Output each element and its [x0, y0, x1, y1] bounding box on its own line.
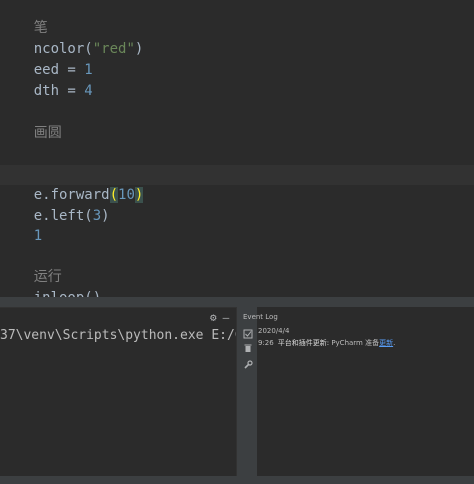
code-line-9-current: e.forward(10): [0, 165, 474, 203]
event-entry: 9:26 平台和插件更新: PyCharm 准备更新.: [258, 338, 395, 348]
number-literal: 4: [84, 83, 93, 99]
number-literal: 1: [33, 228, 43, 244]
code-line-8: = 120:: [0, 144, 85, 182]
tool-window-actions: ⚙ —: [210, 310, 229, 324]
code-line-11: 1: [0, 206, 42, 244]
code-text: ): [134, 41, 144, 57]
gear-icon[interactable]: ⚙: [210, 311, 217, 324]
comment-text: 画圆: [33, 125, 62, 141]
matched-bracket: ): [134, 187, 144, 203]
code-line-4: dth = 4: [0, 61, 93, 99]
code-text: e.left(: [33, 208, 93, 224]
code-editor[interactable]: 笔 ncolor("red") eed = 1 dth = 4 画圆 = 120…: [0, 0, 474, 306]
code-line-6: 画圆: [0, 103, 62, 141]
code-line-13: 运行: [0, 247, 62, 285]
code-line-2: ncolor("red"): [0, 19, 144, 57]
event-title: 平台和插件更新:: [277, 339, 330, 347]
number-literal: 3: [92, 208, 102, 224]
update-link[interactable]: 更新: [379, 339, 393, 347]
code-text: dth =: [33, 83, 85, 99]
number-literal: 10: [118, 187, 135, 203]
mark-read-icon[interactable]: [242, 329, 254, 341]
code-line-10: e.left(3): [0, 186, 110, 224]
wrench-icon[interactable]: [242, 360, 254, 372]
code-line-1: 笔: [0, 0, 48, 36]
event-date: 2020/4/4: [258, 327, 290, 335]
matched-bracket: (: [109, 187, 119, 203]
event-log-header: Event Log: [237, 310, 474, 324]
status-bar: [0, 476, 474, 484]
event-log-title: Event Log: [243, 313, 278, 321]
console-output-line: 37\venv\Scripts\python.exe E:/Co: [0, 328, 236, 343]
code-line-14: inloop(): [0, 268, 101, 306]
trash-icon[interactable]: [242, 343, 254, 355]
panel-splitter[interactable]: [0, 297, 474, 307]
event-text: PyCharm 准备: [329, 339, 380, 347]
code-line-3: eed = 1: [0, 40, 93, 78]
event-text-end: .: [393, 339, 396, 347]
event-time: 9:26: [258, 339, 274, 347]
code-text: ): [101, 208, 110, 224]
string-literal: "red": [92, 41, 135, 57]
minimize-icon[interactable]: —: [223, 311, 230, 324]
